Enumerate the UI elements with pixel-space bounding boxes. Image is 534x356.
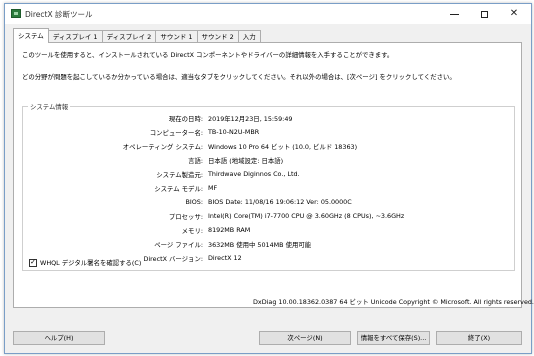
info-row-manufacturer: システム製造元: Thirdwave Diginnos Co., Ltd.: [23, 170, 513, 180]
intro-text-1: このツールを使用すると、インストールされている DirectX コンポーネントや…: [22, 51, 394, 59]
system-info-title: システム情報: [28, 102, 71, 111]
info-value: TB-10-N2U-MBR: [208, 128, 260, 136]
next-page-button[interactable]: 次ページ(N): [259, 331, 351, 345]
info-label: コンピューター名:: [149, 129, 203, 137]
info-label: プロセッサ:: [168, 213, 203, 221]
info-label: システム製造元:: [156, 171, 203, 179]
info-value: 8192MB RAM: [208, 226, 251, 234]
intro-text-2: どの分野が問題を起こしているか分かっている場合は、適当なタブをクリックしてくださ…: [22, 73, 456, 81]
minimize-icon: [449, 13, 459, 15]
window-title: DirectX 診断ツール: [25, 10, 93, 19]
info-label: 言語:: [188, 157, 203, 165]
whql-label: WHQL デジタル署名を確認する(C): [40, 259, 142, 267]
info-value: Thirdwave Diginnos Co., Ltd.: [208, 170, 300, 178]
info-row-datetime: 現在の日時: 2019年12月23日, 15:59:49: [23, 114, 513, 124]
system-tab-panel: このツールを使用すると、インストールされている DirectX コンポーネントや…: [13, 42, 522, 308]
dxdiag-window: DirectX 診断ツール ✕ システム ディスプレイ 1 ディスプレイ 2 サ…: [4, 3, 534, 354]
maximize-button[interactable]: [469, 4, 499, 24]
info-row-page-file: ページ ファイル: 3632MB 使用中 5014MB 使用可能: [23, 240, 513, 250]
info-value: Intel(R) Core(TM) i7-7700 CPU @ 3.60GHz …: [208, 212, 405, 220]
help-button[interactable]: ヘルプ(H): [13, 331, 105, 345]
info-row-language: 言語: 日本語 (地域設定: 日本語): [23, 156, 513, 166]
info-label: ページ ファイル:: [154, 241, 203, 249]
whql-checkbox[interactable]: ✓: [29, 258, 37, 267]
exit-button[interactable]: 終了(X): [436, 331, 522, 345]
info-row-os: オペレーティング システム: Windows 10 Pro 64 ビット (10…: [23, 142, 513, 152]
info-row-processor: プロセッサ: Intel(R) Core(TM) i7-7700 CPU @ 3…: [23, 212, 513, 222]
title-bar[interactable]: DirectX 診断ツール ✕: [5, 4, 531, 24]
version-copyright: DxDiag 10.00.18362.0387 64 ビット Unicode C…: [253, 298, 534, 306]
info-value: 日本語 (地域設定: 日本語): [208, 157, 284, 165]
info-label: 現在の日時:: [168, 115, 203, 123]
info-row-computer-name: コンピューター名: TB-10-N2U-MBR: [23, 128, 513, 138]
info-row-memory: メモリ: 8192MB RAM: [23, 226, 513, 236]
info-label: BIOS:: [185, 198, 203, 206]
save-all-info-button[interactable]: 情報をすべて保存(S)...: [357, 331, 430, 345]
maximize-icon: [480, 10, 488, 18]
info-label: メモリ:: [181, 227, 203, 235]
info-row-model: システム モデル: MF: [23, 184, 513, 194]
info-value: DirectX 12: [208, 254, 242, 262]
info-value: BIOS Date: 11/08/16 19:06:12 Ver: 05.000…: [208, 198, 352, 206]
info-row-bios: BIOS: BIOS Date: 11/08/16 19:06:12 Ver: …: [23, 198, 513, 208]
info-value: MF: [208, 184, 218, 192]
info-value: 3632MB 使用中 5014MB 使用可能: [208, 241, 312, 249]
info-label: オペレーティング システム:: [122, 143, 203, 151]
system-info-group: システム情報 現在の日時: 2019年12月23日, 15:59:49 コンピュ…: [22, 102, 515, 271]
info-label: システム モデル:: [154, 185, 203, 193]
info-value: 2019年12月23日, 15:59:49: [208, 115, 293, 123]
minimize-button[interactable]: [439, 4, 469, 24]
checkmark-icon: ✓: [30, 258, 36, 266]
close-button[interactable]: ✕: [499, 4, 529, 24]
close-icon: ✕: [509, 8, 519, 19]
dxdiag-app-icon: [11, 9, 21, 18]
tab-system[interactable]: システム: [13, 28, 49, 43]
info-label: DirectX バージョン:: [143, 255, 203, 263]
whql-check-option[interactable]: ✓ WHQL デジタル署名を確認する(C): [29, 258, 141, 267]
info-value: Windows 10 Pro 64 ビット (10.0, ビルド 18363): [208, 143, 358, 151]
tab-strip: システム ディスプレイ 1 ディスプレイ 2 サウンド 1 サウンド 2 入力: [13, 28, 261, 43]
